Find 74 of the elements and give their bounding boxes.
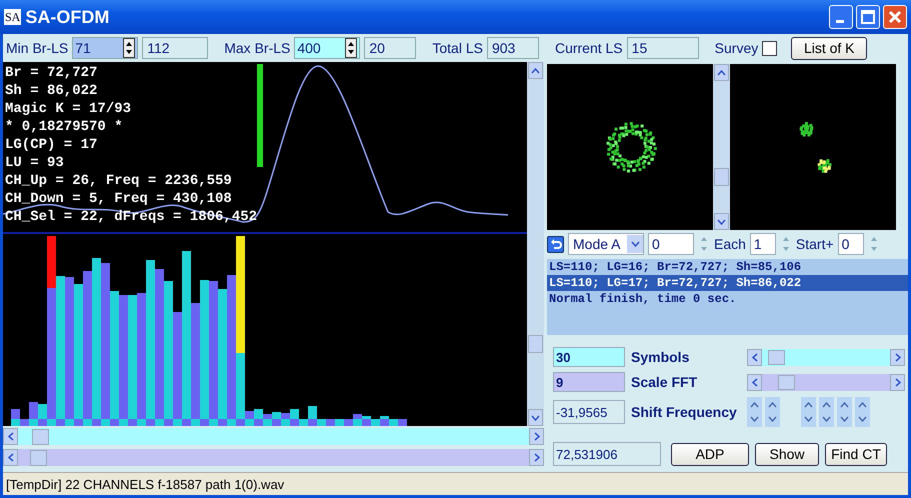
param-value-field[interactable]: 30 xyxy=(553,347,625,367)
param-label: Scale FFT xyxy=(631,374,698,390)
each-label: Each xyxy=(714,236,746,252)
log-entry[interactable]: LS=110; LG=17; Br=72,727; Sh=86,022 xyxy=(547,274,908,291)
chevron-left-icon[interactable] xyxy=(752,378,758,386)
action-button[interactable]: ADP xyxy=(671,442,749,466)
info-line: LU = 93 xyxy=(5,154,65,172)
info-line: * 0,18279570 * xyxy=(5,118,124,136)
chevron-right-icon[interactable] xyxy=(534,453,540,462)
spin-arrows-icon[interactable] xyxy=(345,38,358,58)
min-br-ls-count: 112 xyxy=(142,37,208,59)
mode-value-field[interactable]: 0 xyxy=(648,233,694,256)
chevron-right-icon[interactable] xyxy=(894,352,900,362)
log-entry[interactable]: Normal finish, time 0 sec. xyxy=(547,290,908,307)
total-ls-value: 903 xyxy=(486,37,539,59)
window-title: SA-OFDM xyxy=(25,6,110,28)
param-label: Symbols xyxy=(631,349,690,365)
chevron-up-icon[interactable] xyxy=(531,68,540,74)
info-line: CH_Up = 26, Freq = 2236,559 xyxy=(5,172,233,190)
chevron-down-icon[interactable] xyxy=(717,218,726,224)
info-line: CH_Down = 5, Freq = 430,108 xyxy=(5,190,233,208)
chevron-left-icon[interactable] xyxy=(8,453,14,462)
action-button[interactable]: Show xyxy=(755,442,819,466)
chevron-left-icon[interactable] xyxy=(8,432,14,441)
current-ls-value: 15 xyxy=(626,37,699,59)
app-logo: SA xyxy=(4,9,22,25)
scroll-thumb[interactable] xyxy=(30,450,47,466)
current-ls-label: Current LS xyxy=(554,40,623,56)
maximize-icon[interactable] xyxy=(861,10,875,24)
max-br-ls-label: Max Br-LS xyxy=(224,40,290,56)
param-slider[interactable] xyxy=(747,374,905,390)
chevron-up-icon[interactable] xyxy=(717,70,726,76)
min-br-ls-field[interactable]: 71 xyxy=(72,37,138,59)
min-br-ls-label: Min Br-LS xyxy=(6,40,68,56)
close-icon[interactable] xyxy=(888,10,902,24)
chevron-left-icon[interactable] xyxy=(752,352,758,362)
scroll-thumb[interactable] xyxy=(714,168,729,186)
spin-arrows-icon[interactable] xyxy=(123,38,136,58)
info-line: Magic K = 17/93 xyxy=(5,100,132,118)
status-text: [TempDir] 22 CHANNELS f-18587 path 1(0).wav xyxy=(6,476,284,492)
horizontal-scrollbar[interactable] xyxy=(3,428,544,445)
mode-dropdown[interactable]: Mode A xyxy=(568,233,644,256)
minimize-button[interactable] xyxy=(829,5,853,29)
start-field[interactable]: 0 xyxy=(838,233,864,256)
undo-button[interactable] xyxy=(547,236,564,253)
chevron-right-icon[interactable] xyxy=(894,378,900,386)
param-value-field[interactable]: -31,9565 xyxy=(553,400,625,424)
vertical-scrollbar[interactable] xyxy=(527,62,544,426)
info-line: LG(CP) = 17 xyxy=(5,136,98,154)
start-label: Start+ xyxy=(796,236,834,252)
chevron-down-icon[interactable] xyxy=(531,414,540,420)
horizontal-scrollbar[interactable] xyxy=(3,449,544,466)
param-value-field[interactable]: 9 xyxy=(553,372,625,392)
max-br-ls-count: 20 xyxy=(364,37,416,59)
info-line: Sh = 86,022 xyxy=(5,82,98,100)
max-br-ls-field[interactable]: 400 xyxy=(294,37,360,59)
chevron-right-icon[interactable] xyxy=(534,432,540,441)
scroll-thumb[interactable] xyxy=(528,335,543,353)
survey-label: Survey xyxy=(714,40,758,56)
result-value-field: 72,531906 xyxy=(553,442,661,466)
maximize-button[interactable] xyxy=(856,5,880,29)
each-field[interactable]: 1 xyxy=(750,233,776,256)
param-label: Shift Frequency xyxy=(631,404,738,420)
chevron-down-icon[interactable] xyxy=(630,241,640,248)
scroll-thumb[interactable] xyxy=(32,428,49,444)
close-button[interactable] xyxy=(883,5,907,29)
info-line: Br = 72,727 xyxy=(5,64,98,82)
log-entry[interactable]: LS=110; LG=16; Br=72,727; Sh=85,106 xyxy=(547,258,908,275)
list-of-k-button[interactable]: List of K xyxy=(791,36,868,60)
survey-checkbox[interactable] xyxy=(762,40,778,56)
total-ls-label: Total LS xyxy=(432,40,483,56)
vertical-scrollbar[interactable] xyxy=(713,64,730,230)
action-button[interactable]: Find CT xyxy=(825,442,887,466)
param-slider[interactable] xyxy=(747,348,905,366)
